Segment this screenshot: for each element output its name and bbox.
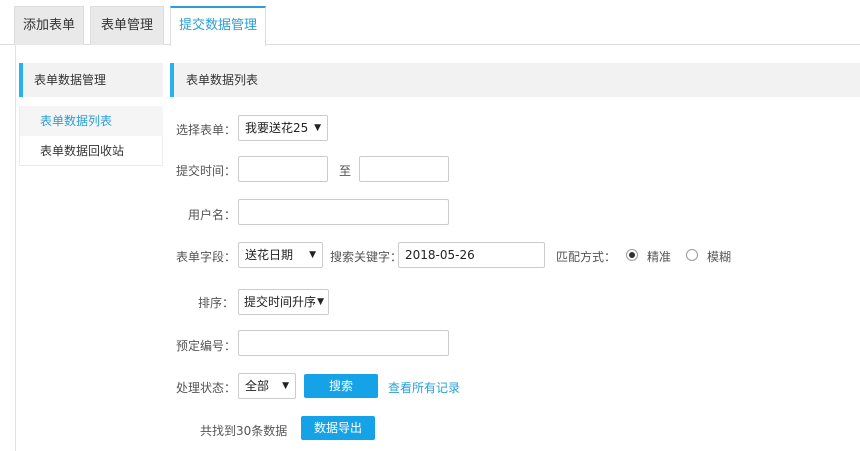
submit-time-end-input[interactable] xyxy=(359,156,449,182)
match-fuzzy-radio[interactable] xyxy=(686,249,698,261)
status-value: 全部 xyxy=(245,379,270,393)
status-label: 处理状态： xyxy=(176,381,237,395)
match-exact-radio[interactable] xyxy=(626,249,638,261)
caret-down-icon: ▼ xyxy=(314,123,321,133)
booking-no-label: 预定编号： xyxy=(176,339,237,353)
sidebar-menu: 表单数据列表 表单数据回收站 xyxy=(19,106,163,166)
form-select-value: 我要送花25 xyxy=(245,121,309,135)
caret-down-icon: ▼ xyxy=(317,297,324,307)
tab-submission-management[interactable]: 提交数据管理 xyxy=(170,6,266,46)
keyword-input[interactable]: 2018-05-26 xyxy=(398,242,545,268)
keyword-value: 2018-05-26 xyxy=(405,248,475,262)
page-frame-border xyxy=(15,45,16,451)
form-field-label: 表单字段： xyxy=(176,250,237,264)
sidebar-title: 表单数据管理 xyxy=(19,63,163,97)
view-all-records-link[interactable]: 查看所有记录 xyxy=(388,379,460,396)
sort-value: 提交时间升序 xyxy=(244,295,317,309)
submit-time-label: 提交时间： xyxy=(176,164,237,178)
match-exact-label[interactable]: 精准 xyxy=(647,248,671,265)
tab-bar: 添加表单 表单管理 提交数据管理 xyxy=(0,0,860,46)
page-title: 表单数据列表 xyxy=(170,63,860,97)
search-button[interactable]: 搜索 xyxy=(304,374,378,398)
username-label: 用户名： xyxy=(188,208,237,222)
export-button[interactable]: 数据导出 xyxy=(301,416,375,440)
sidebar-item-data-list[interactable]: 表单数据列表 xyxy=(20,106,163,136)
sort-select[interactable]: 提交时间升序 ▼ xyxy=(238,289,329,315)
username-input[interactable] xyxy=(238,199,449,225)
booking-no-input[interactable] xyxy=(238,330,449,356)
keyword-label: 搜索关键字： xyxy=(330,250,403,264)
form-select[interactable]: 我要送花25 ▼ xyxy=(238,115,328,141)
form-select-label: 选择表单： xyxy=(176,123,237,137)
submit-time-separator: 至 xyxy=(339,164,352,178)
result-count: 共找到30条数据 xyxy=(200,424,288,438)
status-select[interactable]: 全部 ▼ xyxy=(238,373,296,399)
submit-time-start-input[interactable] xyxy=(238,156,328,182)
caret-down-icon: ▼ xyxy=(309,250,316,260)
tab-form-management[interactable]: 表单管理 xyxy=(90,6,164,45)
match-mode-label: 匹配方式： xyxy=(556,250,617,264)
sidebar-item-recycle-bin[interactable]: 表单数据回收站 xyxy=(20,136,163,166)
sort-label: 排序： xyxy=(198,296,235,310)
match-fuzzy-label[interactable]: 模糊 xyxy=(707,248,731,265)
tab-add-form[interactable]: 添加表单 xyxy=(14,6,84,45)
caret-down-icon: ▼ xyxy=(282,381,289,391)
form-field-select[interactable]: 送花日期 ▼ xyxy=(238,242,323,268)
form-field-value: 送花日期 xyxy=(245,248,294,262)
